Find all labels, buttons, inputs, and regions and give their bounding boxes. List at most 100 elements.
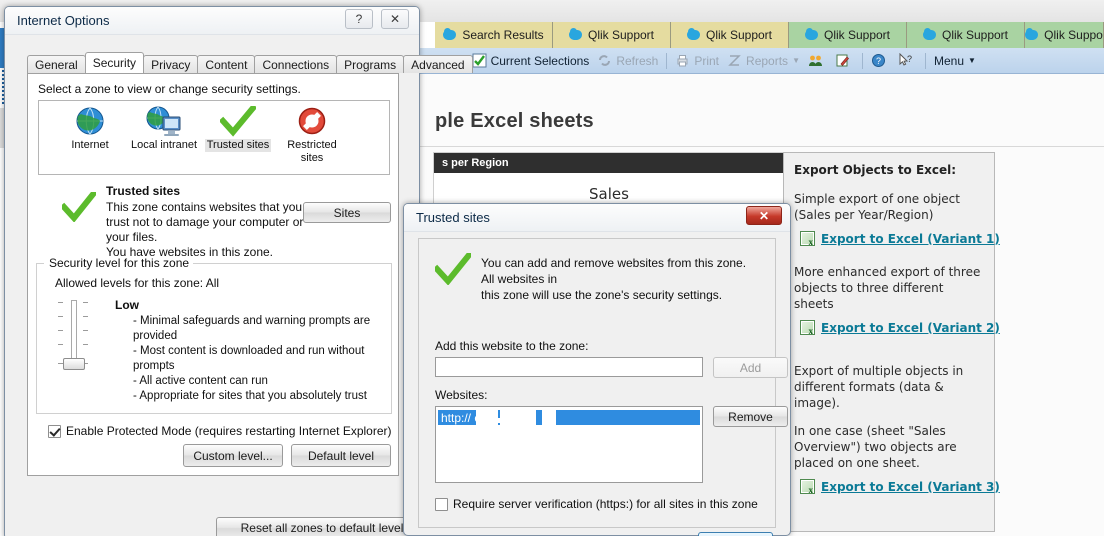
security-level-name: Low [115, 298, 139, 312]
refresh-label: Refresh [616, 53, 659, 68]
sites-button[interactable]: Sites [303, 202, 391, 223]
tab-label: General [35, 57, 78, 72]
toolbar-annotate[interactable] [831, 50, 858, 72]
security-level-slider[interactable] [51, 300, 95, 370]
require-server-verification-row[interactable]: Require server verification (https:) for… [435, 497, 758, 511]
page-title: ple Excel sheets [435, 110, 594, 132]
security-level-bullet-2: - All active content can run [133, 375, 268, 387]
default-level-button[interactable]: Default level [291, 444, 391, 467]
zone-selector-box[interactable]: Internet Local intranet Trusted sites Restr… [38, 100, 390, 175]
add-button[interactable]: Add [713, 357, 788, 378]
browser-tab-label: Qlik Support [587, 28, 655, 42]
close-footer-button[interactable]: Close [698, 532, 773, 536]
qlik-cloud-icon [686, 28, 700, 40]
toolbar-print[interactable]: Print [671, 50, 723, 72]
toolbar-refresh[interactable]: Refresh [593, 50, 662, 72]
chart-caption: s per Region [434, 153, 784, 173]
zone-local-intranet[interactable]: Local intranet [127, 105, 201, 152]
add-website-input[interactable] [435, 357, 703, 377]
browser-tab-4[interactable]: Qlik Support [907, 22, 1025, 48]
remove-button[interactable]: Remove [713, 406, 788, 427]
zone-trusted-sites[interactable]: Trusted sites [201, 105, 275, 152]
browser-tab-5[interactable]: Qlik Suppo [1025, 22, 1104, 48]
export-variant-2-label: Export to Excel (Variant 2) [821, 320, 1000, 335]
help-button[interactable]: ? [345, 9, 373, 29]
toolbar-help[interactable]: ? [867, 50, 894, 72]
security-level-bullet-0: - Minimal safeguards and warning prompts… [133, 315, 371, 342]
slider-thumb[interactable] [63, 358, 85, 370]
qlik-cloud-icon [443, 28, 457, 40]
tab-privacy[interactable]: Privacy [143, 55, 199, 73]
zone-label: Restricted sites [287, 139, 337, 164]
tab-advanced[interactable]: Advanced [403, 55, 473, 73]
internet-options-title: Internet Options [17, 13, 110, 28]
toolbar-current-selections[interactable]: Current Selections [468, 50, 594, 72]
export-variant-1-label: Export to Excel (Variant 1) [821, 231, 1000, 246]
slider-track [71, 300, 77, 362]
zone-restricted-sites[interactable]: Restricted sites [275, 105, 349, 165]
tab-programs[interactable]: Programs [336, 55, 405, 73]
excel-file-icon [800, 320, 815, 336]
export-block1-line2: (Sales per Year/Region) [794, 208, 934, 222]
redaction-mask [500, 410, 536, 425]
list-item[interactable]: http:// com [438, 410, 700, 425]
trusted-sites-titlebar[interactable]: Trusted sites ✕ [404, 204, 790, 232]
enable-protected-mode-row[interactable]: Enable Protected Mode (requires restarti… [48, 424, 392, 438]
excel-file-icon [800, 479, 815, 495]
protected-mode-label: Enable Protected Mode (requires restarti… [66, 424, 392, 438]
help-circle-icon: ? [871, 53, 886, 68]
toolbar-reports[interactable]: Reports ▼ [723, 50, 804, 72]
zone-internet[interactable]: Internet [53, 105, 127, 152]
trusted-sites-title: Trusted sites [416, 210, 490, 225]
browser-tab-label: Qlik Support [823, 28, 891, 42]
browser-tab-0[interactable]: Search Results [435, 22, 553, 48]
redaction-mask [493, 418, 505, 423]
reports-label: Reports [746, 53, 789, 68]
export-panel-heading: Export Objects to Excel: [794, 163, 957, 177]
green-check-icon [435, 253, 471, 285]
reset-all-zones-button[interactable]: Reset all zones to default level [216, 517, 428, 536]
export-block1-line1: Simple export of one object [794, 192, 960, 206]
allowed-levels-label: Allowed levels for this zone: All [55, 276, 220, 290]
qlikview-toolbar[interactable]: marks ▼ Current Selections Refresh [415, 48, 1104, 74]
tab-connections[interactable]: Connections [254, 55, 338, 73]
browser-tab-label: Qlik Support [941, 28, 1009, 42]
zone-desc-line-3: your files. [106, 230, 158, 244]
browser-tab-3[interactable]: Qlik Support [789, 22, 907, 48]
close-button[interactable]: ✕ [381, 9, 409, 29]
tab-content[interactable]: Content [197, 55, 256, 73]
qlik-cloud-icon [1025, 28, 1039, 40]
browser-tab-1[interactable]: Qlik Support [553, 22, 671, 48]
zone-label: Internet [71, 139, 109, 151]
internet-options-tabbar[interactable]: General Security Privacy Content Connections… [27, 52, 473, 73]
internet-options-body: General Security Privacy Content Connections… [5, 35, 473, 536]
export-variant-1-link[interactable]: Export to Excel (Variant 1) [784, 231, 1000, 247]
redaction-mask [542, 410, 556, 425]
websites-label: Websites: [435, 388, 488, 402]
custom-level-button[interactable]: Custom level... [183, 444, 283, 467]
pencil-note-icon [835, 53, 850, 68]
export-block3-line2: different formats (data & image). [794, 380, 944, 410]
toolbar-menu[interactable]: Menu ▼ [930, 50, 980, 72]
browser-tab-2[interactable]: Qlik Support [671, 22, 789, 48]
require-verification-checkbox[interactable] [435, 497, 448, 511]
slider-tick [58, 344, 63, 345]
close-button[interactable]: ✕ [746, 206, 782, 225]
group-border-right [168, 263, 392, 264]
export-variant-3-link[interactable]: Export to Excel (Variant 3) [784, 479, 1000, 495]
browser-tabstrip[interactable]: Search Results Qlik Support Qlik Support Ql… [435, 22, 1104, 48]
zone-detail-title: Trusted sites [106, 184, 181, 198]
tab-security[interactable]: Security [84, 52, 145, 73]
users-icon [808, 53, 823, 68]
export-variant-2-link[interactable]: Export to Excel (Variant 2) [784, 320, 1000, 336]
toolbar-collaboration[interactable] [804, 50, 831, 72]
slider-tick [83, 302, 88, 303]
protected-mode-checkbox[interactable] [48, 424, 61, 438]
tab-general[interactable]: General [27, 55, 86, 73]
websites-listbox[interactable]: http:// com [435, 406, 703, 483]
menu-label: Menu [933, 53, 965, 68]
export-block3-line1: Export of multiple objects in [794, 364, 964, 378]
qlik-cloud-icon [568, 28, 582, 40]
toolbar-context-help[interactable]: ? [894, 50, 921, 72]
internet-options-titlebar[interactable]: Internet Options ? ✕ [5, 7, 419, 35]
